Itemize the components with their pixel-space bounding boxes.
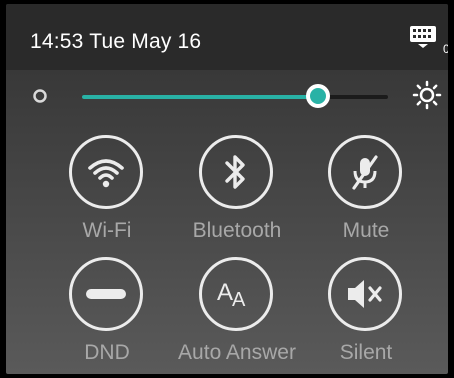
tile-dnd[interactable]: DND [51, 257, 163, 374]
tile-label: Silent [339, 341, 393, 364]
tile-mute[interactable]: Mute [310, 135, 422, 255]
auto-answer-icon[interactable]: A A [199, 257, 273, 331]
status-time: 14:53 Tue May 16 [30, 30, 202, 53]
keyboard-icon[interactable] [410, 26, 436, 48]
mic-off-icon[interactable] [328, 135, 402, 209]
tile-silent[interactable]: Silent [310, 257, 422, 374]
brightness-low-icon [33, 89, 47, 103]
keyboard-badge: 0 [443, 42, 448, 56]
wifi-icon[interactable] [69, 135, 143, 209]
svg-text:A: A [217, 279, 233, 306]
tile-label: Mute [342, 219, 390, 242]
svg-text:A: A [232, 289, 246, 311]
tile-bluetooth[interactable]: Bluetooth [181, 135, 293, 255]
brightness-high-icon[interactable] [412, 80, 442, 110]
brightness-slider-thumb[interactable] [305, 84, 330, 108]
speaker-mute-icon[interactable] [328, 257, 402, 331]
brightness-track-fill [82, 95, 318, 99]
tile-auto-answer[interactable]: A A Auto Answer [178, 257, 296, 374]
bluetooth-icon[interactable] [199, 135, 273, 209]
status-bar: 14:53 Tue May 16 0 [6, 4, 448, 70]
dnd-icon[interactable] [69, 257, 143, 331]
tile-wifi[interactable]: Wi-Fi [51, 135, 163, 255]
quick-settings-panel: 14:53 Tue May 16 0 Wi-Fi Bluetooth Mute … [6, 4, 448, 374]
